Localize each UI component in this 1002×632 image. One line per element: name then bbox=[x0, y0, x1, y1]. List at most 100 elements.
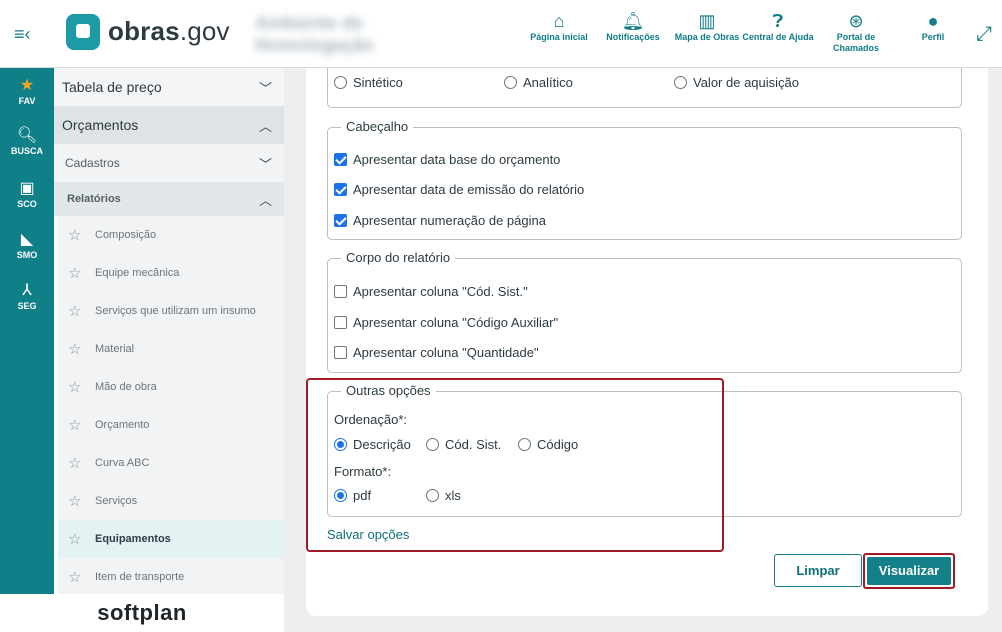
sidebar-menu: Tabela de preço ﹀ Orçamentos ︿ Cadastros… bbox=[54, 68, 284, 594]
bell-icon: 🔔︎ bbox=[621, 11, 645, 31]
rail-fav[interactable]: ★ FAV bbox=[0, 76, 54, 107]
nav-notifications-label: Notificações bbox=[606, 32, 660, 42]
header-options-group: Cabeçalho Apresentar data base do orçame… bbox=[327, 119, 962, 240]
star-outline-icon[interactable]: ☆ bbox=[68, 302, 86, 320]
checkbox-label: Apresentar data base do orçamento bbox=[353, 152, 561, 167]
view-button[interactable]: Visualizar bbox=[867, 557, 951, 585]
sidebar-item-relatorios[interactable]: Relatórios ︿ bbox=[54, 182, 284, 216]
nav-tickets[interactable]: ⊛ Portal de Chamados bbox=[820, 10, 892, 54]
checkbox-numeracao[interactable]: Apresentar numeração de página bbox=[334, 213, 546, 228]
sidebar-item-label: Item de transporte bbox=[95, 571, 185, 583]
checkbox-box[interactable] bbox=[334, 153, 347, 166]
nav-profile[interactable]: ● Perfil bbox=[897, 10, 969, 43]
nav-map-label: Mapa de Obras bbox=[674, 32, 740, 42]
chevron-down-icon: ﹀ bbox=[258, 80, 272, 96]
checkbox-box[interactable] bbox=[334, 316, 347, 329]
sidebar-item-equipamentos[interactable]: ☆ Equipamentos bbox=[58, 520, 284, 558]
module-rail: ★ FAV 🔍︎ BUSCA ▣ SCO ◣ SMO ⅄ SEG bbox=[0, 68, 54, 594]
star-outline-icon[interactable]: ☆ bbox=[68, 568, 86, 586]
sidebar-item-orcamento[interactable]: ☆ Orçamento bbox=[58, 406, 284, 444]
ruler-icon: ◣ bbox=[20, 231, 34, 248]
sidebar-item-label: Composição bbox=[95, 229, 157, 241]
radio-label: Analítico bbox=[523, 75, 573, 90]
report-options-card: Sintético Analítico Valor de aquisição C… bbox=[306, 62, 988, 616]
nav-map[interactable]: ▥ Mapa de Obras bbox=[671, 10, 743, 43]
star-outline-icon[interactable]: ☆ bbox=[68, 454, 86, 472]
rail-smo-label: SMO bbox=[16, 250, 38, 260]
sidebar-item-label: Orçamentos bbox=[62, 117, 139, 133]
checkbox-box[interactable] bbox=[334, 214, 347, 227]
sidebar-item-label: Tabela de preço bbox=[62, 79, 162, 95]
checkbox-box[interactable] bbox=[334, 346, 347, 359]
map-icon: ▥ bbox=[698, 11, 716, 31]
checkbox-cod-sist[interactable]: Apresentar coluna "Cód. Sist." bbox=[334, 284, 528, 299]
rail-smo[interactable]: ◣ SMO bbox=[0, 230, 54, 261]
radio-circle[interactable] bbox=[674, 76, 687, 89]
rail-sco[interactable]: ▣ SCO bbox=[0, 179, 54, 210]
star-outline-icon[interactable]: ☆ bbox=[68, 226, 86, 244]
sidebar-item-equipe-mecanica[interactable]: ☆ Equipe mecânica bbox=[58, 254, 284, 292]
checkbox-box[interactable] bbox=[334, 285, 347, 298]
expand-icon[interactable]: ⤢ bbox=[976, 24, 992, 44]
sidebar-item-servicos[interactable]: ☆ Serviços bbox=[58, 482, 284, 520]
sidebar-item-mao-de-obra[interactable]: ☆ Mão de obra bbox=[58, 368, 284, 406]
clear-button[interactable]: Limpar bbox=[774, 554, 862, 587]
checkbox-data-emissao[interactable]: Apresentar data de emissão do relatório bbox=[334, 182, 584, 197]
star-icon: ★ bbox=[19, 77, 35, 94]
radio-valor-aquisicao[interactable]: Valor de aquisição bbox=[674, 75, 799, 90]
sidebar-item-composicao[interactable]: ☆ Composição bbox=[58, 216, 284, 254]
checkbox-box[interactable] bbox=[334, 183, 347, 196]
radio-sintetico[interactable]: Sintético bbox=[334, 75, 403, 90]
rail-sco-label: SCO bbox=[17, 199, 37, 209]
nav-help[interactable]: ❓︎ Central de Ajuda bbox=[742, 10, 814, 43]
logo-suffix: .gov bbox=[179, 16, 230, 46]
sidebar-item-servicos-insumo[interactable]: ☆ Serviços que utilizam um insumo bbox=[58, 292, 284, 330]
chevron-up-icon: ︿ bbox=[258, 192, 272, 208]
radio-circle[interactable] bbox=[504, 76, 517, 89]
sidebar-item-label: Cadastros bbox=[65, 156, 120, 170]
star-outline-icon[interactable]: ☆ bbox=[68, 416, 86, 434]
checkbox-data-base[interactable]: Apresentar data base do orçamento bbox=[334, 152, 560, 167]
merge-icon: ⅄ bbox=[22, 282, 32, 299]
checkbox-codigo-auxiliar[interactable]: Apresentar coluna "Código Auxiliar" bbox=[334, 315, 558, 330]
radio-label: Valor de aquisição bbox=[693, 75, 799, 90]
user-icon: ● bbox=[927, 11, 939, 31]
radio-analitico[interactable]: Analítico bbox=[504, 75, 573, 90]
rail-busca[interactable]: 🔍︎ BUSCA bbox=[0, 126, 54, 157]
star-outline-icon[interactable]: ☆ bbox=[68, 264, 86, 282]
body-options-group: Corpo do relatório Apresentar coluna "Có… bbox=[327, 250, 962, 373]
menu-collapse-icon[interactable]: ≡‹ bbox=[14, 24, 36, 44]
star-outline-icon[interactable]: ☆ bbox=[68, 378, 86, 396]
nav-home-label: Página inicial bbox=[530, 32, 588, 42]
sidebar-item-cadastros[interactable]: Cadastros ﹀ bbox=[54, 144, 284, 182]
radio-circle[interactable] bbox=[334, 76, 347, 89]
sidebar-item-item-de-transporte[interactable]: ☆ Item de transporte bbox=[58, 558, 284, 594]
checkbox-quantidade[interactable]: Apresentar coluna "Quantidade" bbox=[334, 345, 539, 360]
sidebar-item-material[interactable]: ☆ Material bbox=[58, 330, 284, 368]
sidebar-item-label: Serviços que utilizam um insumo bbox=[95, 305, 256, 317]
group-legend: Corpo do relatório bbox=[341, 250, 456, 266]
sidebar-item-label: Serviços bbox=[95, 495, 138, 507]
app-logo[interactable]: obras.gov bbox=[108, 16, 230, 47]
checkbox-label: Apresentar data de emissão do relatório bbox=[353, 182, 585, 197]
nav-notifications[interactable]: 🔔︎ Notificações bbox=[597, 10, 669, 43]
rail-busca-label: BUSCA bbox=[10, 146, 43, 156]
sidebar-item-tabela-de-preco[interactable]: Tabela de preço ﹀ bbox=[54, 68, 284, 106]
softplan-logo: softplan bbox=[0, 594, 284, 632]
nav-home[interactable]: ⌂ Página inicial bbox=[523, 10, 595, 43]
chevron-up-icon: ︿ bbox=[258, 118, 272, 134]
highlight-annotation bbox=[306, 378, 724, 552]
sidebar-item-orcamentos[interactable]: Orçamentos ︿ bbox=[54, 106, 284, 144]
nav-help-label: Central de Ajuda bbox=[742, 32, 814, 42]
star-outline-icon[interactable]: ☆ bbox=[68, 340, 86, 358]
star-outline-icon[interactable]: ☆ bbox=[68, 492, 86, 510]
relatorios-list: ☆ Composição ☆ Equipe mecânica ☆ Serviço… bbox=[58, 216, 284, 594]
lifebuoy-icon: ⊛ bbox=[848, 11, 864, 31]
star-outline-icon[interactable]: ☆ bbox=[68, 530, 86, 548]
rail-fav-label: FAV bbox=[18, 96, 36, 106]
sidebar-item-label: Relatórios bbox=[67, 193, 121, 205]
obras-logo-icon bbox=[66, 14, 100, 50]
view-button-highlight: Visualizar bbox=[863, 553, 955, 589]
sidebar-item-curva-abc[interactable]: ☆ Curva ABC bbox=[58, 444, 284, 482]
rail-seg[interactable]: ⅄ SEG bbox=[0, 281, 54, 312]
